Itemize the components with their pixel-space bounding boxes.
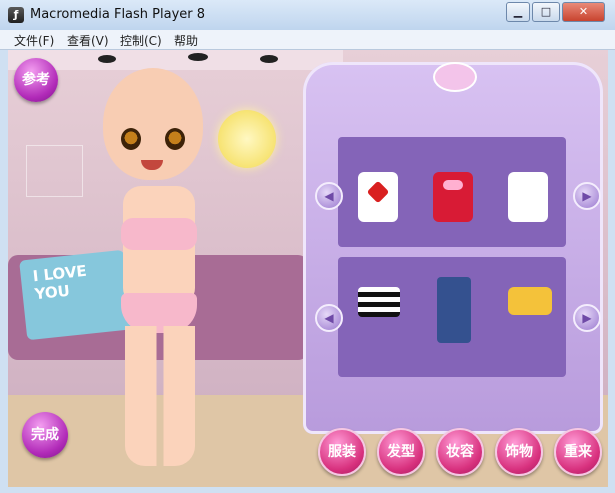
close-button[interactable]: ✕ (562, 2, 605, 22)
menu-control[interactable]: 控制(C) (120, 32, 162, 49)
ceiling-light-2 (188, 53, 208, 61)
menu-bar: 文件(F) 查看(V) 控制(C) 帮助 (0, 30, 615, 50)
clothing-jeans[interactable] (423, 277, 483, 343)
tops-next-arrow[interactable]: ▶ (573, 182, 601, 210)
clothing-tab-button[interactable]: 服装 (318, 428, 366, 476)
tops-prev-arrow[interactable]: ◀ (315, 182, 343, 210)
window-bottom-frame (0, 487, 615, 493)
wall-shelf (8, 50, 343, 70)
clothing-red-ribbon-top[interactable] (423, 172, 483, 232)
clothing-white-tshirt[interactable] (498, 172, 558, 232)
reset-button[interactable]: 重来 (554, 428, 602, 476)
minimize-button[interactable]: ▁ (506, 2, 530, 22)
menu-view[interactable]: 查看(V) (67, 32, 109, 49)
clothing-striped-shorts[interactable] (348, 277, 408, 337)
clothing-yellow-shorts[interactable] (498, 277, 558, 337)
maximize-button[interactable]: □ (532, 2, 560, 22)
clothing-heart-tshirt[interactable] (348, 172, 408, 232)
reference-button[interactable]: 参考 (14, 58, 58, 102)
menu-help[interactable]: 帮助 (174, 32, 198, 49)
hairstyle-tab-button[interactable]: 发型 (377, 428, 425, 476)
flash-icon: ƒ (8, 7, 24, 23)
ceiling-light-1 (98, 55, 116, 63)
character-legs (125, 326, 195, 466)
wall-outline-shelf (26, 145, 83, 197)
done-button[interactable]: 完成 (22, 412, 68, 458)
game-stage: I LOVE YOU ◀ ▶ ◀ ▶ 参考 完成 服装 发型 妆容 饰物 重来 (8, 50, 608, 487)
wardrobe-crown (433, 62, 477, 92)
character-eye-left (121, 128, 141, 150)
bottoms-prev-arrow[interactable]: ◀ (315, 304, 343, 332)
makeup-tab-button[interactable]: 妆容 (436, 428, 484, 476)
bottoms-next-arrow[interactable]: ▶ (573, 304, 601, 332)
character-eye-right (165, 128, 185, 150)
character (83, 68, 233, 487)
accessory-tab-button[interactable]: 饰物 (495, 428, 543, 476)
window-title: Macromedia Flash Player 8 (30, 7, 206, 22)
menu-file[interactable]: 文件(F) (14, 32, 54, 49)
wardrobe: ◀ ▶ ◀ ▶ (303, 62, 603, 434)
title-bar: ƒ Macromedia Flash Player 8 ▁ □ ✕ (0, 0, 615, 31)
ceiling-light-3 (260, 55, 278, 63)
bikini-top (121, 218, 197, 250)
